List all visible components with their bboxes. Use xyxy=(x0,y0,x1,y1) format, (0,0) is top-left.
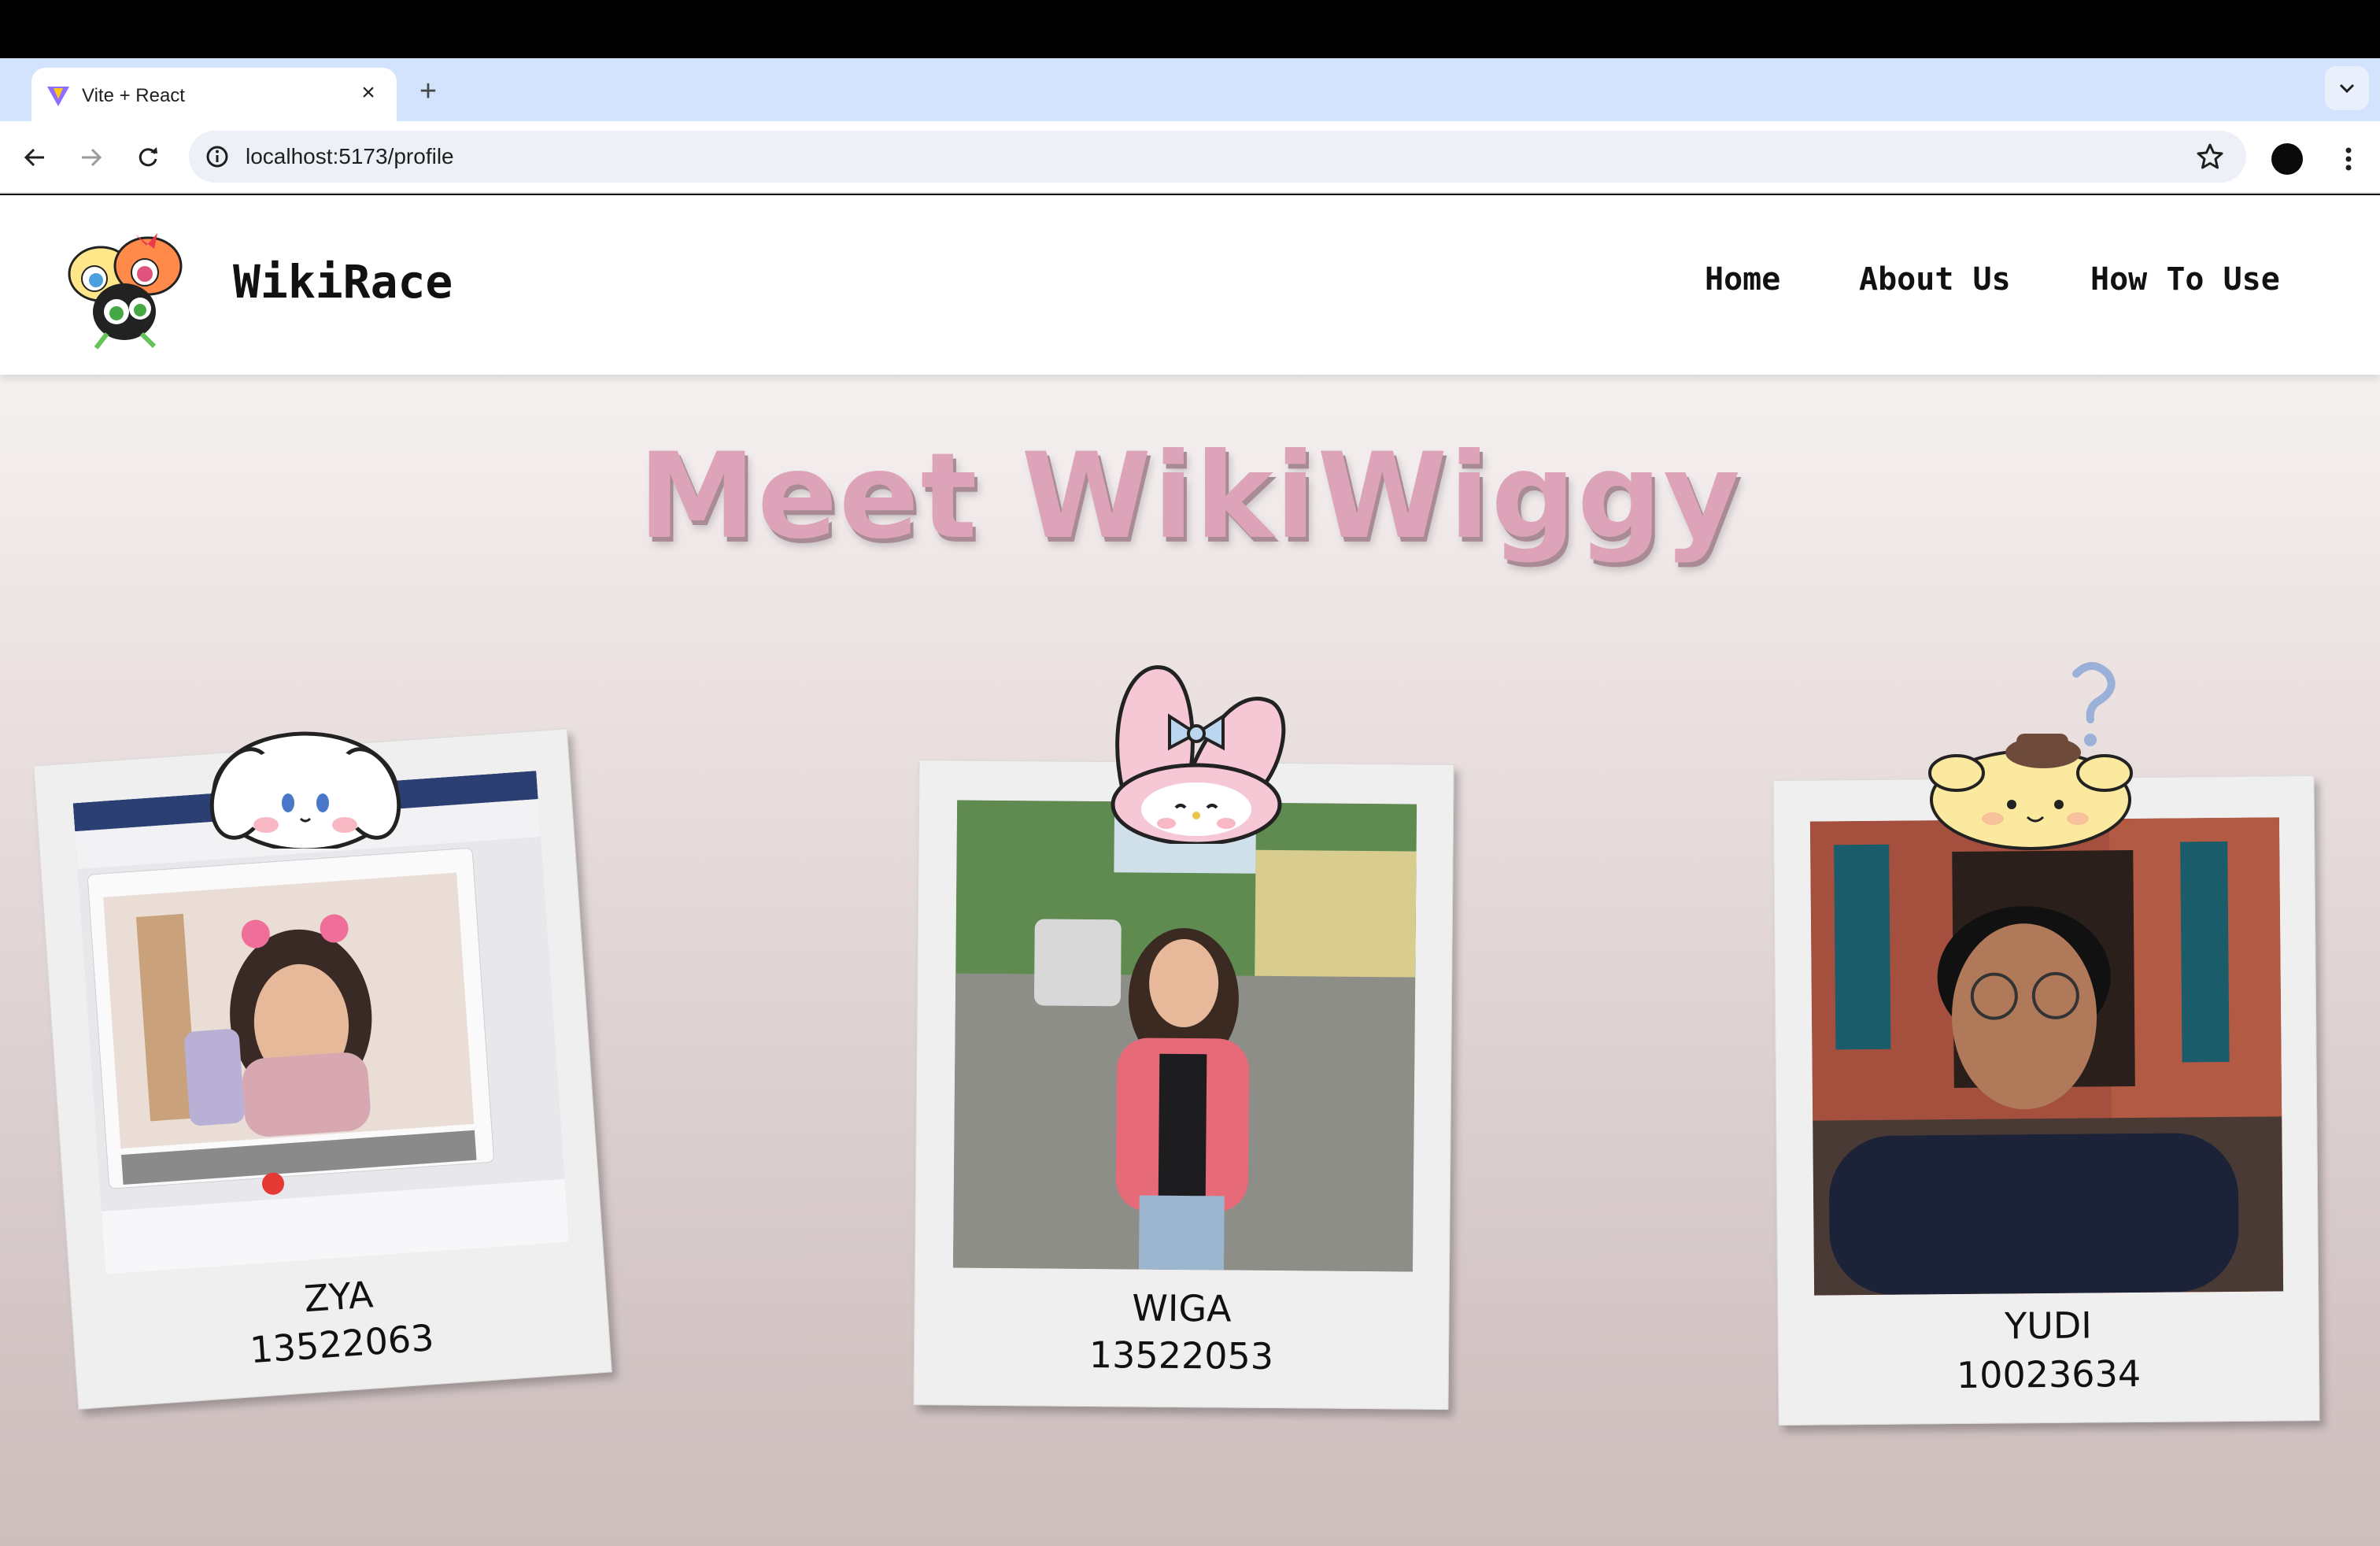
forward-arrow-icon xyxy=(82,148,102,167)
member-card: YUDI 10023634 xyxy=(1772,775,2320,1426)
cinnamoroll-icon xyxy=(209,731,401,849)
powerpuff-girls-logo[interactable] xyxy=(60,224,190,350)
back-arrow-icon xyxy=(24,148,44,167)
close-tab-icon[interactable]: × xyxy=(356,80,381,105)
wiga-photo xyxy=(952,800,1417,1272)
bookmark-star-icon[interactable] xyxy=(2196,142,2224,171)
site-info-icon[interactable] xyxy=(205,144,230,169)
brand-title[interactable]: WikiRace xyxy=(233,255,453,309)
member-name: WIGA xyxy=(1132,1286,1232,1330)
browser-toolbar: localhost:5173/profile xyxy=(0,121,2380,194)
profile-page: WikiRace Home About Us How To Use Meet W… xyxy=(0,195,2380,1546)
back-button[interactable] xyxy=(16,139,54,176)
member-card: WIGA 13522053 xyxy=(913,760,1454,1410)
chevron-down-icon xyxy=(2339,83,2355,94)
member-photo xyxy=(1809,817,2284,1296)
forward-button[interactable] xyxy=(72,139,110,176)
member-photo xyxy=(952,800,1417,1272)
yudi-photo xyxy=(1809,817,2284,1296)
tab-search-button[interactable] xyxy=(2325,66,2369,110)
browser-tab[interactable]: Vite + React × xyxy=(31,68,397,121)
my-melody-icon xyxy=(1111,665,1286,844)
url-text: localhost:5173/profile xyxy=(246,144,454,168)
site-header: WikiRace Home About Us How To Use xyxy=(0,195,2380,375)
profile-avatar[interactable] xyxy=(2271,143,2303,175)
browser-tab-bar: Vite + React × + xyxy=(0,58,2380,121)
page-headline: Meet WikiWiggy xyxy=(638,428,1743,565)
nav-about-us-link[interactable]: About Us xyxy=(1859,261,2011,298)
more-menu-icon[interactable] xyxy=(2333,143,2364,175)
tab-title: Vite + React xyxy=(82,85,185,106)
member-id: 10023634 xyxy=(1956,1352,2142,1397)
nav-home-link[interactable]: Home xyxy=(1705,261,1780,298)
address-bar[interactable]: localhost:5173/profile xyxy=(189,131,2246,183)
reload-icon xyxy=(139,147,157,167)
member-name: YUDI xyxy=(2004,1304,2093,1348)
nav-how-to-use-link[interactable]: How To Use xyxy=(2090,261,2280,298)
new-tab-icon[interactable]: + xyxy=(412,76,444,107)
pompompurin-icon xyxy=(1928,662,2133,850)
reload-button[interactable] xyxy=(129,139,167,176)
vite-favicon-icon xyxy=(47,87,69,106)
system-top-bar xyxy=(0,0,2380,58)
member-id: 13522053 xyxy=(1088,1333,1274,1378)
